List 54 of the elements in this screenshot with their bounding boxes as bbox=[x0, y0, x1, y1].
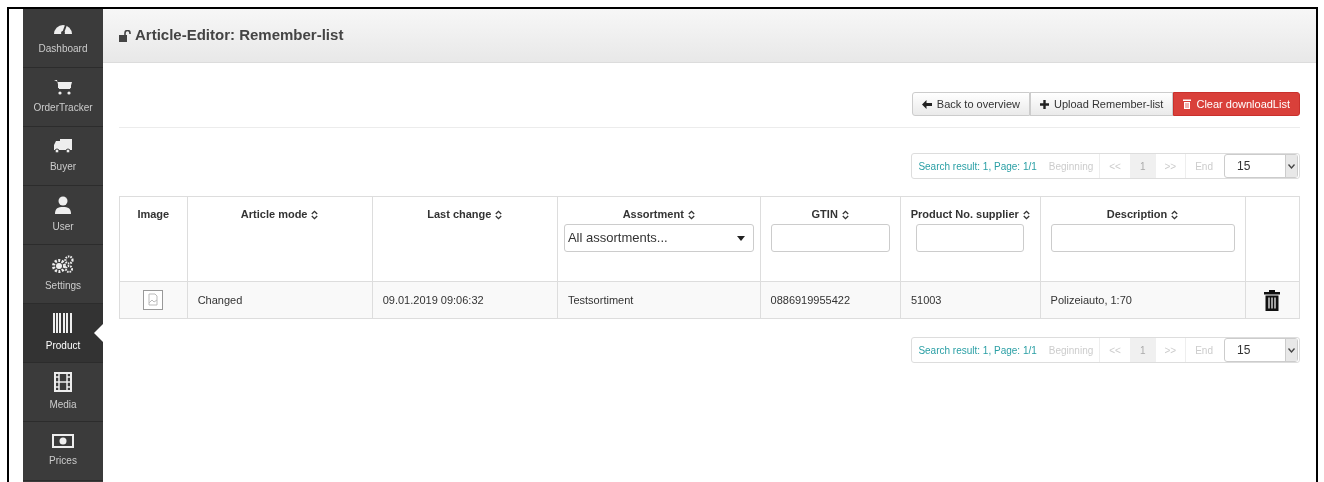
column-header[interactable]: Article mode bbox=[193, 206, 366, 222]
truck-icon bbox=[53, 138, 73, 154]
active-pointer bbox=[94, 324, 103, 342]
clear-button[interactable]: Clear downloadList bbox=[1173, 92, 1300, 116]
page-title: Article-Editor: Remember-list bbox=[135, 25, 344, 46]
barcode-icon bbox=[53, 313, 73, 333]
sort-icon[interactable] bbox=[495, 210, 503, 221]
image-placeholder-icon bbox=[143, 290, 164, 310]
table-cell: Testsortiment bbox=[557, 281, 761, 319]
sidebar-item[interactable]: Prices bbox=[23, 422, 103, 481]
result-summary: Search result: 1, Page: 1/1 bbox=[917, 159, 1038, 174]
column-header: Image bbox=[136, 207, 171, 222]
sidebar-item[interactable]: OrderTracker bbox=[23, 68, 103, 127]
cart-icon bbox=[53, 79, 73, 95]
delete-icon[interactable] bbox=[1264, 289, 1281, 311]
caret-icon bbox=[736, 235, 745, 241]
assortment-select[interactable]: All assortments... bbox=[563, 224, 754, 252]
back-button[interactable]: Back to overview bbox=[911, 92, 1030, 116]
film-icon bbox=[54, 372, 72, 392]
upload-button[interactable]: Upload Remember-list bbox=[1030, 92, 1174, 116]
sort-icon[interactable] bbox=[1022, 210, 1030, 221]
sort-icon[interactable] bbox=[1171, 210, 1179, 221]
sidebar-item[interactable]: User bbox=[23, 186, 103, 245]
table-cell: Changed bbox=[187, 281, 373, 319]
filter-field[interactable] bbox=[770, 224, 890, 252]
table-cell: 0886919955422 bbox=[760, 281, 901, 319]
gears-icon bbox=[52, 255, 74, 273]
sort-icon[interactable] bbox=[841, 210, 849, 221]
plus-icon bbox=[1040, 99, 1049, 109]
sidebar-item[interactable]: Media bbox=[23, 363, 103, 422]
chevron-down-icon bbox=[1288, 163, 1295, 169]
filter-field[interactable] bbox=[916, 224, 1025, 252]
arrow-left-icon bbox=[921, 99, 932, 109]
column-header[interactable]: GTIN bbox=[766, 206, 894, 222]
trash-icon bbox=[1183, 99, 1192, 109]
banknote-icon bbox=[52, 434, 74, 448]
column-header[interactable]: Product No. supplier bbox=[906, 206, 1034, 222]
unlock-icon bbox=[119, 29, 131, 42]
result-summary: Search result: 1, Page: 1/1 bbox=[917, 343, 1038, 358]
table-cell: 51003 bbox=[900, 281, 1041, 319]
chevron-down-icon bbox=[1288, 347, 1295, 353]
sort-icon[interactable] bbox=[311, 210, 319, 221]
filter-field[interactable] bbox=[1050, 224, 1235, 252]
table-cell: 09.01.2019 09:06:32 bbox=[372, 281, 558, 319]
sort-icon[interactable] bbox=[687, 210, 695, 221]
sidebar-item[interactable]: Buyer bbox=[23, 127, 103, 186]
page-size-select[interactable]: 15 bbox=[1224, 154, 1298, 178]
page-size-select[interactable]: 15 bbox=[1224, 338, 1298, 362]
user-icon bbox=[54, 196, 72, 214]
column-header[interactable]: Last change bbox=[378, 206, 551, 222]
table-cell: Polizeiauto, 1:70 bbox=[1040, 281, 1246, 319]
column-header[interactable]: Description bbox=[1046, 206, 1239, 222]
sidebar-item[interactable]: Product bbox=[23, 304, 103, 363]
column-header[interactable]: Assortment bbox=[563, 206, 754, 222]
